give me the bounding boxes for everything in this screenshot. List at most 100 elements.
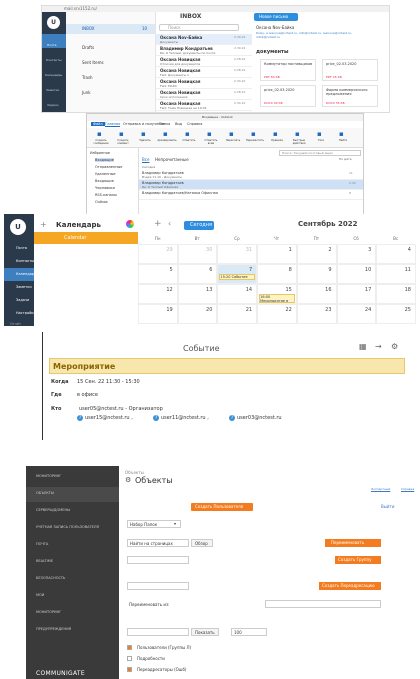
- attendee[interactable]: ? user15@nctest.ru ,: [77, 415, 133, 421]
- day-cell[interactable]: 14: [217, 284, 258, 304]
- avatar[interactable]: U: [10, 219, 26, 235]
- message-row[interactable]: Оксана Новицкая Fwd: Документы 1 2.28.22: [156, 67, 252, 78]
- day-cell[interactable]: 25: [376, 304, 416, 324]
- group-name-input[interactable]: [127, 556, 189, 564]
- day-cell[interactable]: 21: [217, 304, 258, 324]
- admin-nav-item[interactable]: Серверы/Домены: [26, 504, 119, 519]
- checkbox[interactable]: [127, 645, 132, 650]
- tree-folder[interactable]: RSS-каналы: [95, 193, 117, 197]
- message-row[interactable]: Оксана Новицкая Fwd: МАКС 2.30.22: [156, 78, 252, 89]
- find-button[interactable]: Обзор: [191, 539, 213, 547]
- ribbon-button[interactable]: ▪ Переместить: [245, 130, 265, 146]
- folder-drafts[interactable]: Drafts: [66, 43, 155, 53]
- tree-folder[interactable]: Входящие: [95, 158, 114, 162]
- tree-folder[interactable]: Входящие: [95, 179, 114, 183]
- tab-unread[interactable]: Непрочитанные: [155, 157, 189, 162]
- url-text[interactable]: mail.srv1152.ru/: [64, 6, 97, 11]
- outlook-message-row[interactable]: Владимир Кондратьев Re: О Теплый Офисная 2…: [139, 180, 363, 190]
- outlook-search[interactable]: Поиск: Текущий почтовый ящик: [279, 150, 361, 156]
- tree-folder[interactable]: Outbox: [95, 200, 108, 204]
- day-cell[interactable]: 18: [376, 284, 416, 304]
- ribbon-button[interactable]: ▪ Теги: [311, 130, 331, 146]
- checkbox[interactable]: [127, 667, 132, 672]
- admin-nav-item[interactable]: Учетная запись пользователя: [26, 521, 119, 536]
- calendar-add-icon[interactable]: ▦: [359, 342, 367, 351]
- ribbon-button[interactable]: ▪ Правила: [267, 130, 287, 146]
- day-cell[interactable]: 17: [336, 284, 377, 304]
- find-input[interactable]: Найти на страницах: [127, 539, 189, 547]
- day-cell[interactable]: 29: [138, 244, 178, 264]
- search-input[interactable]: Поиск: [159, 24, 239, 31]
- day-cell[interactable]: 30: [177, 244, 218, 264]
- admin-nav-item[interactable]: Мониторинг: [26, 470, 119, 485]
- admin-nav-item[interactable]: Мониторинг: [26, 606, 119, 621]
- breadcrumb[interactable]: Объекты: [125, 470, 144, 475]
- today-button[interactable]: Сегодня: [184, 221, 214, 230]
- ribbon-button[interactable]: ▪ Переслать: [223, 130, 243, 146]
- ribbon-button[interactable]: ▪ Создать сообщение: [91, 130, 111, 146]
- calendar-event[interactable]: 15:20 Событие: [219, 274, 256, 280]
- outlook-message-row[interactable]: Владимир Кондратьев/Наталья Офисная 8: [139, 190, 363, 200]
- ribbon-tab[interactable]: Файл: [91, 122, 105, 126]
- day-cell[interactable]: 13: [177, 284, 218, 304]
- create-forward-button[interactable]: Создать Переадресацию: [319, 582, 381, 590]
- ribbon-tab[interactable]: Главная: [105, 122, 121, 127]
- attachment-card[interactable]: Форма коммерческого предложения DOCX 35 К…: [322, 85, 378, 107]
- message-row[interactable]: Владимир Кондратьев Re: О Теплый, докумен…: [156, 45, 252, 56]
- nav-item[interactable]: Календарь: [4, 268, 34, 281]
- outlook-message-row[interactable]: Владимир Кондратьев Вчера 11.10 - Докумен…: [139, 170, 363, 180]
- tree-folder[interactable]: Избранное: [90, 151, 110, 155]
- day-cell[interactable]: 16: [296, 284, 337, 304]
- day-cell[interactable]: 19: [138, 304, 178, 324]
- admin-nav-item[interactable]: Предупреждения: [26, 623, 119, 638]
- add-event-icon[interactable]: +: [154, 219, 162, 229]
- admin-nav-item[interactable]: Мои: [26, 589, 119, 604]
- prev-icon[interactable]: ‹: [168, 219, 171, 228]
- nav-tasks[interactable]: Задачи: [42, 94, 66, 108]
- message-row[interactable]: Оксана Nov-Байка Документы 2.30.22: [156, 34, 252, 45]
- filter-checkbox-row[interactable]: Переадресаторы (Ошб): [127, 666, 327, 674]
- ribbon-button[interactable]: ▪ Создать элемент: [113, 130, 133, 146]
- nav-item[interactable]: Заметки: [4, 281, 34, 294]
- tab-all[interactable]: Все: [142, 157, 149, 162]
- filter-checkbox-row[interactable]: Подробности: [127, 655, 327, 663]
- day-cell[interactable]: 8: [257, 264, 297, 284]
- admin-nav-item[interactable]: Realtime: [26, 555, 119, 570]
- nav-item[interactable]: Почта: [4, 242, 34, 255]
- ribbon-button[interactable]: ▪ Ответить: [179, 130, 199, 146]
- folder-set-select[interactable]: Набор Папок ▾: [127, 520, 181, 528]
- folder-sent[interactable]: Sent Items: [66, 58, 155, 68]
- tree-folder[interactable]: Черновики: [95, 186, 115, 190]
- ribbon-button[interactable]: ▪ Найти: [333, 130, 353, 146]
- day-cell[interactable]: 31: [217, 244, 258, 264]
- ribbon-button[interactable]: ▪ Ответить всем: [201, 130, 221, 146]
- attachment-card[interactable]: price_02.03.2020 DOCX 40 КБ: [260, 85, 316, 107]
- filter-checkbox-row[interactable]: Пользователи (Группы Л): [127, 644, 327, 652]
- ribbon-tab[interactable]: Папка: [159, 122, 170, 126]
- ribbon-button[interactable]: ▪ Быстрые действия: [289, 130, 309, 146]
- day-cell[interactable]: 4: [376, 244, 416, 264]
- day-cell[interactable]: 3: [336, 244, 377, 264]
- rename-button[interactable]: Переименовать: [325, 539, 381, 547]
- forward-icon[interactable]: →: [375, 342, 382, 351]
- nav-calendar[interactable]: Календарь: [42, 64, 66, 78]
- message-row[interactable]: Оксана Новицкая Срок исполнения 2.28.22: [156, 89, 252, 100]
- color-wheel-icon[interactable]: [126, 220, 134, 228]
- new-mail-button[interactable]: Новое письмо: [254, 13, 298, 21]
- day-cell[interactable]: 2: [296, 244, 337, 264]
- gear-icon[interactable]: ⚙: [391, 342, 398, 351]
- folder-trash[interactable]: Trash: [66, 73, 155, 83]
- sort-label[interactable]: По дате: [339, 157, 352, 161]
- ribbon-button[interactable]: ▪ Удалить: [135, 130, 155, 146]
- add-icon[interactable]: +: [40, 220, 47, 229]
- admin-nav-item[interactable]: Объекты: [26, 487, 119, 502]
- ribbon-tab[interactable]: Вид: [175, 122, 182, 126]
- checkbox[interactable]: [127, 656, 132, 661]
- message-row[interactable]: Оксана Новицкая Fwd: Тема Новицкая на 10.…: [156, 100, 252, 111]
- calendar-item[interactable]: Calendar: [34, 232, 138, 244]
- nav-item[interactable]: Задачи: [4, 294, 34, 307]
- admin-nav-item[interactable]: Почта: [26, 538, 119, 553]
- help-link[interactable]: Справка: [401, 487, 414, 491]
- logout-link[interactable]: Выйти: [381, 504, 394, 509]
- show-count-select[interactable]: 100: [231, 628, 267, 636]
